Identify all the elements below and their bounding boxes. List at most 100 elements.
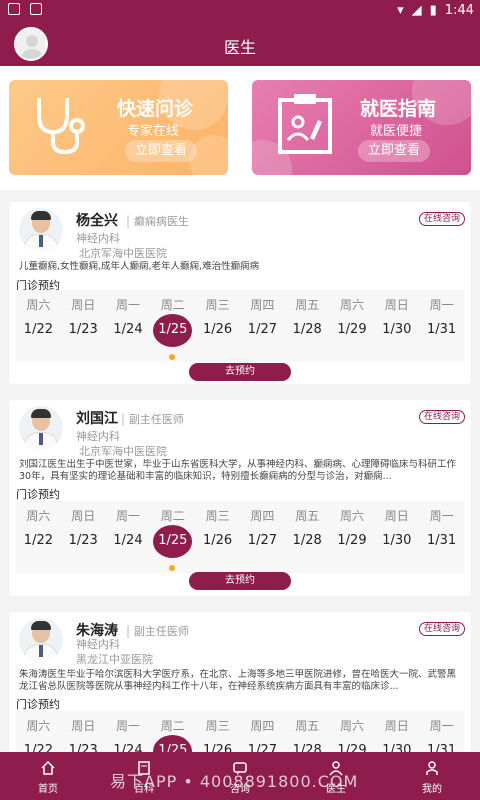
battery-icon: ▮ <box>429 3 437 18</box>
doctor-hospital: 北京军海中医医院 <box>79 445 167 458</box>
tab-home[interactable]: 首页 <box>0 752 96 800</box>
weekday-label: 周二 <box>160 298 185 312</box>
book-appointment-button[interactable]: 去预约 <box>189 363 291 381</box>
weekday-label: 周三 <box>205 298 230 312</box>
user-icon <box>426 761 438 775</box>
tab-label: 首页 <box>38 784 58 795</box>
doctor-description: 朱海涛医生毕业于哈尔滨医科大学医疗系，在北京、上海等多地三甲医院进修，曾在哈医大… <box>19 669 457 692</box>
date-label: 1/30 <box>382 533 412 548</box>
schedule-day[interactable]: 周六 1/22 <box>16 290 61 362</box>
book-appointment-button[interactable]: 去预约 <box>189 572 291 590</box>
weekday-label: 周五 <box>295 298 320 312</box>
weekday-label: 周一 <box>115 719 140 733</box>
status-bar: ▾ ◢ ▮ 1:44 <box>0 0 480 22</box>
online-consult-button[interactable]: 在线咨询 <box>418 622 465 636</box>
date-label: 1/31 <box>426 533 457 548</box>
schedule-day[interactable]: 周日 1/30 <box>374 501 419 573</box>
schedule-week: 周六 1/22 周日 1/23 周一 1/24 周二 1/25 周三 1/26 周四 1/27 周五 1/… <box>16 290 464 362</box>
signal-icon: ◢ <box>411 3 422 18</box>
status-time: 1:44 <box>444 3 474 18</box>
weekday-label: 周二 <box>160 719 185 733</box>
schedule-day[interactable]: 周六 1/29 <box>330 501 375 573</box>
schedule-day[interactable]: 周三 1/26 <box>195 290 240 362</box>
date-label: 1/26 <box>202 322 233 337</box>
date-label: 1/25 <box>158 533 188 548</box>
weekday-label: 周四 <box>250 298 275 312</box>
weekday-label: 周一 <box>115 509 140 523</box>
schedule-day[interactable]: 周五 1/28 <box>285 501 330 573</box>
schedule-day[interactable]: 周日 1/30 <box>374 290 419 362</box>
weekday-label: 周一 <box>115 298 140 312</box>
weekday-label: 周一 <box>429 719 454 733</box>
medical-guide-banner[interactable]: 就医指南 就医便捷 立即查看 <box>252 80 471 175</box>
schedule-day[interactable]: 周二 1/25 <box>150 290 195 362</box>
doctor-card[interactable]: 杨全兴 | 癫痫病医生 神经内科 北京军海中医医院 在线咨询 儿童癫痫,女性癫痫… <box>9 202 471 384</box>
date-label: 1/28 <box>292 322 322 337</box>
weekday-label: 周六 <box>339 719 364 733</box>
schedule-day[interactable]: 周一 1/31 <box>419 501 464 573</box>
doctor-department: 神经内科 <box>76 430 120 443</box>
weekday-label: 周五 <box>295 509 320 523</box>
weekday-label: 周六 <box>339 298 364 312</box>
home-icon <box>41 760 55 775</box>
page-title: 医生 <box>223 38 256 57</box>
schedule-label: 门诊预约 <box>16 698 60 711</box>
date-label: 1/24 <box>113 322 143 337</box>
wifi-icon: ▾ <box>397 3 404 18</box>
tab-label: 我的 <box>422 784 442 795</box>
banner-section: 快速问诊 专家在线 立即查看 就医指南 就医便捷 立即查看 <box>0 66 480 190</box>
view-now-button[interactable]: 立即查看 <box>358 140 431 162</box>
weekday-label: 周六 <box>26 509 51 523</box>
schedule-day[interactable]: 周六 1/22 <box>16 501 61 573</box>
doctor-photo <box>19 208 63 252</box>
quick-consult-banner[interactable]: 快速问诊 专家在线 立即查看 <box>9 80 228 175</box>
doctor-hospital: 黑龙江中亚医院 <box>76 653 153 666</box>
available-indicator <box>169 565 176 571</box>
online-consult-button[interactable]: 在线咨询 <box>418 212 465 226</box>
weekday-label: 周六 <box>339 509 364 523</box>
tab-mine[interactable]: 我的 <box>384 752 480 800</box>
stethoscope-icon <box>37 98 85 155</box>
date-label: 1/31 <box>426 322 457 337</box>
doctor-title: | 副主任医师 <box>126 624 189 638</box>
weekday-label: 周六 <box>26 298 51 312</box>
doctor-title: | 副主任医师 <box>121 412 184 426</box>
date-label: 1/22 <box>23 533 53 548</box>
schedule-week: 周六 1/22 周日 1/23 周一 1/24 周二 1/25 周三 1/26 周四 1/27 周五 1/… <box>16 501 464 573</box>
schedule-day[interactable]: 周三 1/26 <box>195 501 240 573</box>
weekday-label: 周四 <box>250 509 275 523</box>
weekday-label: 周日 <box>71 509 96 523</box>
schedule-day[interactable]: 周六 1/29 <box>330 290 375 362</box>
view-now-button[interactable]: 立即查看 <box>125 140 198 162</box>
date-label: 1/22 <box>23 322 53 337</box>
schedule-day[interactable]: 周一 1/24 <box>106 501 151 573</box>
weekday-label: 周一 <box>429 298 454 312</box>
date-label: 1/30 <box>382 322 412 337</box>
schedule-label: 门诊预约 <box>16 488 60 501</box>
date-label: 1/23 <box>68 322 98 337</box>
schedule-day[interactable]: 周四 1/27 <box>240 290 285 362</box>
weekday-label: 周四 <box>250 719 275 733</box>
date-label: 1/28 <box>292 533 322 548</box>
schedule-day[interactable]: 周五 1/28 <box>285 290 330 362</box>
banner-title: 快速问诊 <box>117 98 194 120</box>
schedule-day[interactable]: 周二 1/25 <box>150 501 195 573</box>
online-consult-button[interactable]: 在线咨询 <box>418 410 465 424</box>
banner-subtitle: 专家在线 <box>127 124 180 139</box>
schedule-day[interactable]: 周一 1/31 <box>419 290 464 362</box>
watermark: 易下APP • 4008891800.COM <box>110 772 359 791</box>
schedule-day[interactable]: 周一 1/24 <box>106 290 151 362</box>
weekday-label: 周二 <box>160 509 185 523</box>
date-label: 1/26 <box>202 533 233 548</box>
schedule-day[interactable]: 周日 1/23 <box>61 501 106 573</box>
weekday-label: 周日 <box>384 509 409 523</box>
doctor-card[interactable]: 朱海涛 | 副主任医师 神经内科 黑龙江中亚医院 在线咨询 朱海涛医生毕业于哈尔… <box>9 612 471 783</box>
doctor-photo <box>19 618 63 662</box>
doctor-card[interactable]: 刘国江 | 副主任医师 神经内科 北京军海中医医院 在线咨询 刘国江医生出生于中… <box>9 400 471 596</box>
schedule-day[interactable]: 周日 1/23 <box>61 290 106 362</box>
weekday-label: 周日 <box>71 719 96 733</box>
doctor-description: 刘国江医生出生于中医世家，毕业于山东省医科大学，从事神经内科、癫痫病、心理障碍临… <box>19 459 457 482</box>
banner-subtitle: 就医便捷 <box>370 124 423 139</box>
schedule-day[interactable]: 周四 1/27 <box>240 501 285 573</box>
weekday-label: 周五 <box>295 719 320 733</box>
